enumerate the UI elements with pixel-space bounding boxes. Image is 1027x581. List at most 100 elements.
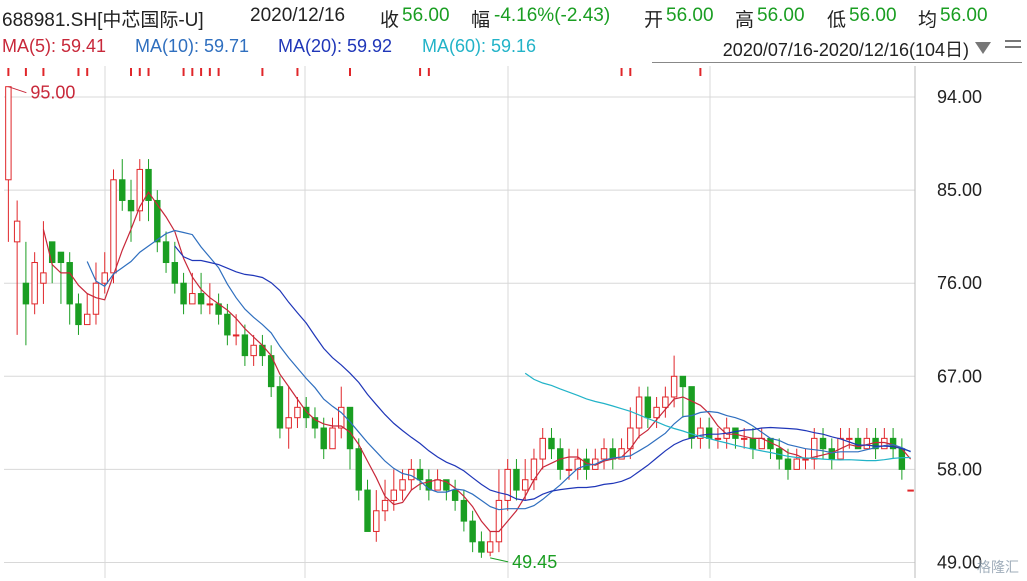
candle-body-up [495, 499, 503, 543]
watermark-text: 格隆汇 [977, 559, 1019, 575]
low-label: 低 [827, 10, 847, 31]
y-tick-label: 67.00 [937, 366, 982, 386]
candle-body-down [276, 386, 284, 429]
candle-body-down [224, 313, 231, 336]
y-tick-label: 58.00 [937, 459, 982, 479]
high-label: 高 [735, 10, 755, 31]
candle-body-down [416, 468, 424, 481]
candle-body-down [57, 251, 65, 264]
annotation-leader [490, 557, 509, 563]
candle-body-down [828, 448, 835, 460]
candle-body-down [749, 437, 757, 450]
menu-icon[interactable] [1005, 40, 1021, 54]
candle-body-down [460, 499, 468, 522]
candle-body-down [75, 303, 82, 326]
candle-body-down [679, 375, 687, 388]
candle-body-up [434, 479, 441, 491]
candle-body-down [451, 489, 459, 501]
candle-body-up [40, 272, 47, 284]
candle-body-down [22, 282, 30, 305]
candle-body-down [478, 541, 485, 553]
candle-body-up [662, 396, 669, 408]
y-tick-label: 85.00 [937, 180, 982, 200]
candle-body-up [565, 468, 573, 471]
candle-body-up [206, 303, 214, 306]
date-range-selector[interactable]: 2020/07/16-2020/12/16(104日) [723, 36, 969, 62]
candle-body-up [84, 313, 91, 326]
candle-body-down [364, 489, 371, 532]
candle-body-up [373, 510, 380, 532]
candle-body-up [399, 479, 406, 491]
candle-body-up [793, 458, 800, 470]
candle-body-up [846, 437, 853, 440]
ma20-legend: MA(20): 59.92 [278, 36, 393, 56]
candle-body-down [162, 241, 170, 264]
candle-body-down [513, 468, 520, 491]
candle-body-down [197, 293, 205, 305]
close-value: 56.00 [402, 5, 450, 26]
avg-label: 均 [918, 10, 938, 31]
candle-body-up [486, 541, 494, 553]
candle-body-down [241, 334, 249, 357]
candle-body-up [635, 396, 643, 429]
quote-date: 2020/12/16 [250, 5, 346, 26]
candle-body-up [539, 437, 546, 460]
candle-body-up [31, 262, 38, 305]
avg-value: 56.00 [940, 5, 988, 26]
ma60-legend: MA(60): 59.16 [422, 36, 537, 56]
candle-body-up [101, 272, 108, 284]
candlestick-chart: 94.00 85.00 76.00 67.00 58.00 49.00 95.00 49.45 [4, 66, 982, 578]
candle-body-up [714, 437, 722, 440]
low-value: 56.00 [849, 5, 897, 26]
candle-body-up [189, 293, 196, 305]
change-value: -4.16%(-2.43) [494, 5, 611, 26]
close-label: 收 [380, 10, 400, 31]
candle-body-down [127, 199, 135, 212]
open-value: 56.00 [666, 5, 714, 26]
candle-body-down [705, 427, 713, 439]
candle-body-down [119, 179, 126, 201]
quote-header: 688981.SH[中芯国际-U] 2020/12/16 收 56.00 幅 -… [0, 0, 1027, 34]
candle-body-up [232, 334, 240, 337]
candle-body-down [784, 458, 792, 470]
range-underline [652, 62, 1022, 63]
candle-body-down [644, 396, 652, 419]
candle-body-down [66, 262, 73, 305]
change-label: 幅 [471, 10, 491, 31]
candle-body-down [346, 406, 354, 450]
candle-body-up [250, 344, 257, 357]
candle-body-up [329, 427, 336, 450]
candle-body-up [653, 406, 660, 419]
candle-body-up [294, 406, 301, 419]
ma10-legend: MA(10): 59.71 [135, 36, 250, 56]
candle-body-down [320, 427, 327, 450]
candle-body-up [285, 417, 292, 429]
y-tick-label: 94.00 [937, 87, 982, 107]
candle-body-down [180, 282, 187, 305]
candle-body-down [732, 427, 739, 439]
candle-body-up [13, 220, 21, 243]
candle-body-up [600, 448, 608, 460]
price-annotation: 95.00 [30, 83, 75, 103]
candle-body-up [5, 86, 12, 181]
candle-body-down [171, 262, 179, 284]
candle-body-down [48, 241, 56, 264]
y-tick-label: 49.00 [937, 552, 982, 572]
candle-body-up [110, 179, 117, 274]
candle-body-down [688, 386, 695, 439]
candle-body-up [338, 406, 345, 429]
ma5-legend: MA(5): 59.41 [2, 36, 107, 56]
candle-body-up [390, 489, 398, 501]
candle-body-up [907, 489, 914, 492]
candle-body-up [740, 437, 748, 440]
high-value: 56.00 [757, 5, 805, 26]
y-tick-label: 76.00 [937, 273, 982, 293]
candle-body-down [355, 448, 362, 491]
candle-body-down [548, 437, 555, 450]
candle-body-down [469, 520, 476, 543]
stock-symbol: 688981.SH[中芯国际-U] [2, 10, 204, 31]
candle-body-down [819, 437, 827, 450]
candle-body-up [521, 479, 529, 491]
candle-body-up [381, 499, 389, 512]
dropdown-triangle-icon[interactable] [975, 42, 991, 54]
